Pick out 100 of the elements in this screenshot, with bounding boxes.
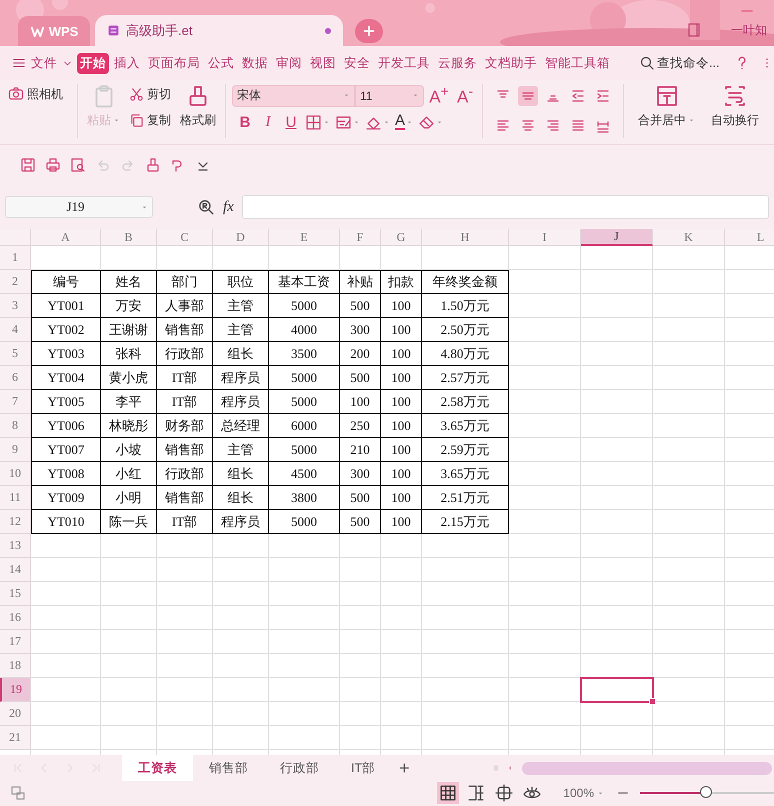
- row-header[interactable]: 6: [0, 366, 31, 390]
- row-header[interactable]: 8: [0, 414, 31, 438]
- row-header[interactable]: 20: [0, 702, 31, 726]
- sheet-tab[interactable]: IT部: [335, 755, 392, 781]
- shrink-font-button[interactable]: A$^{-}$: [454, 84, 476, 108]
- copy-button[interactable]: 复制: [129, 110, 171, 130]
- row-header[interactable]: 12: [0, 510, 31, 534]
- cell-style-icon[interactable]: [335, 114, 352, 131]
- insert-function-button[interactable]: fx: [223, 198, 234, 216]
- italic-button[interactable]: I: [259, 114, 277, 131]
- column-header[interactable]: J: [581, 229, 653, 246]
- row-header[interactable]: 9: [0, 438, 31, 462]
- table-cell: YT004: [31, 366, 101, 390]
- zoom-formula-icon[interactable]: [197, 198, 215, 216]
- cell-cursor[interactable]: [580, 677, 654, 703]
- row-header[interactable]: 15: [0, 582, 31, 606]
- row-header[interactable]: 3: [0, 294, 31, 318]
- caret-icon: [597, 790, 604, 796]
- menu-tab[interactable]: 开始: [77, 52, 109, 74]
- zoom-level[interactable]: 100%: [563, 786, 604, 800]
- eraser-icon[interactable]: [418, 114, 436, 131]
- row-header[interactable]: 16: [0, 606, 31, 630]
- row-header[interactable]: 17: [0, 630, 31, 654]
- table-cell: 300: [340, 462, 381, 486]
- slider-thumb[interactable]: [700, 786, 712, 798]
- camera-button[interactable]: 照相机: [8, 84, 63, 104]
- horizontal-scrollbar[interactable]: [522, 762, 772, 774]
- add-sheet-button[interactable]: +: [391, 755, 418, 781]
- fill-handle[interactable]: [649, 698, 656, 705]
- row-header[interactable]: 13: [0, 534, 31, 558]
- file-menu[interactable]: 文件: [12, 54, 73, 72]
- underline-button[interactable]: U: [282, 114, 300, 131]
- zoom-slider[interactable]: [640, 786, 774, 800]
- table-cell: YT005: [31, 390, 101, 414]
- format-painter-button[interactable]: 格式刷: [177, 84, 219, 136]
- save-icon[interactable]: [20, 157, 36, 173]
- row-header[interactable]: 19: [0, 678, 31, 702]
- menu-tab[interactable]: 安全: [341, 52, 373, 74]
- page-layout-icon[interactable]: [493, 782, 516, 804]
- name-box[interactable]: J19: [5, 196, 153, 218]
- row-header[interactable]: 4: [0, 318, 31, 342]
- brush-icon[interactable]: [145, 157, 161, 173]
- menu-tab[interactable]: 页面布局: [145, 52, 203, 74]
- caret-icon: [323, 118, 330, 126]
- menu-tab[interactable]: 公式: [205, 52, 237, 74]
- command-search[interactable]: 查找命令...: [639, 54, 720, 72]
- font-name-field[interactable]: 宋体: [232, 84, 355, 107]
- row-header[interactable]: 18: [0, 654, 31, 678]
- sheet-tab[interactable]: 销售部: [193, 755, 264, 781]
- table-cell: 4000: [269, 318, 340, 342]
- menu-tab[interactable]: 智能工具箱: [542, 52, 613, 74]
- layout-icon[interactable]: [10, 785, 26, 801]
- menu-tab[interactable]: 审阅: [273, 52, 305, 74]
- restore-icon[interactable]: [686, 22, 702, 38]
- column-header[interactable]: B: [101, 229, 157, 246]
- sheet-tab[interactable]: 工资表: [122, 755, 193, 781]
- cut-button[interactable]: 剪切: [129, 84, 171, 104]
- menu-tab[interactable]: 开发工具: [375, 52, 433, 74]
- row-header[interactable]: 5: [0, 342, 31, 366]
- new-tab-button[interactable]: [355, 19, 383, 43]
- sheet-tab[interactable]: 行政部: [264, 755, 335, 781]
- print-preview-icon[interactable]: [70, 157, 86, 173]
- merge-center-button[interactable]: 合并居中: [630, 84, 703, 136]
- font-size-field[interactable]: 11: [355, 84, 424, 107]
- bold-button[interactable]: B: [236, 114, 254, 131]
- column-header[interactable]: A: [31, 229, 101, 246]
- column-header[interactable]: K: [653, 229, 725, 246]
- row-header[interactable]: 11: [0, 486, 31, 510]
- table-cell: 2.59万元: [422, 438, 509, 462]
- menu-tab[interactable]: 插入: [111, 52, 143, 74]
- grow-font-button[interactable]: A$^{+}$: [428, 84, 450, 108]
- row-header[interactable]: 21: [0, 726, 31, 750]
- column-header[interactable]: I: [509, 229, 581, 246]
- table-cell: 行政部: [157, 462, 213, 486]
- row-header[interactable]: 2: [0, 270, 31, 294]
- document-tab[interactable]: 高级助手.et: [95, 15, 343, 46]
- align-middle-icon[interactable]: [518, 86, 538, 106]
- column-header[interactable]: E: [269, 229, 340, 246]
- column-header[interactable]: C: [157, 229, 213, 246]
- column-header[interactable]: L: [725, 229, 774, 246]
- column-header[interactable]: D: [213, 229, 269, 246]
- menu-tab[interactable]: 视图: [307, 52, 339, 74]
- user-name[interactable]: 一叶知: [731, 22, 767, 39]
- font-color-button[interactable]: A: [395, 114, 406, 130]
- app-tab[interactable]: WPS: [18, 16, 90, 46]
- menu-tab[interactable]: 数据: [239, 52, 271, 74]
- column-header[interactable]: F: [340, 229, 381, 246]
- print-icon[interactable]: [45, 157, 61, 173]
- row-header[interactable]: 7: [0, 390, 31, 414]
- menu-tab[interactable]: 文档助手: [482, 52, 540, 74]
- menu-tab[interactable]: 云服务: [435, 52, 480, 74]
- column-header[interactable]: G: [381, 229, 422, 246]
- row-header[interactable]: 10: [0, 462, 31, 486]
- formula-input[interactable]: [242, 195, 769, 219]
- column-header[interactable]: H: [422, 229, 509, 246]
- row-header[interactable]: 1: [0, 246, 31, 270]
- borders-icon[interactable]: [305, 114, 322, 131]
- wrap-text-button[interactable]: 自动换行: [703, 84, 767, 136]
- grid-view-icon[interactable]: [437, 782, 460, 804]
- row-header[interactable]: 14: [0, 558, 31, 582]
